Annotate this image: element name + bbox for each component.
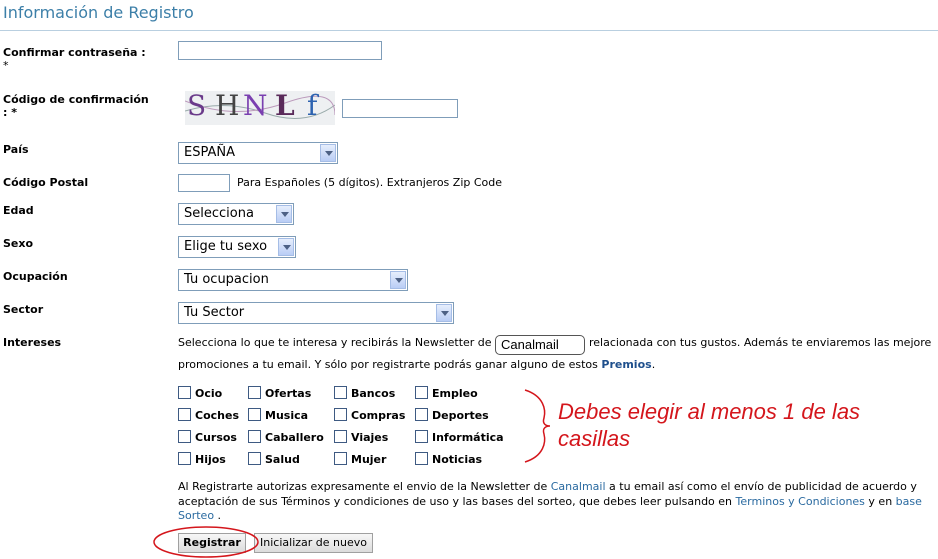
checkbox-compras[interactable]: Compras [334,408,405,422]
chevron-down-icon [320,144,336,162]
canalmail-link[interactable]: Canalmail [551,480,606,493]
checkbox-empleo[interactable]: Empleo [415,386,478,400]
sector-label: Sector [3,303,44,316]
terms-link[interactable]: Terminos y Condiciones [736,495,865,508]
age-select[interactable]: Selecciona [178,203,294,225]
confirmation-code-label: Código de confirmación : * [3,93,149,119]
confirmation-code-input[interactable] [342,99,458,118]
country-label: País [3,143,29,156]
sorteo-link[interactable]: Sorteo [178,509,214,522]
captcha-image: S H N L f [185,91,335,125]
checkbox-salud[interactable]: Salud [248,452,300,466]
age-label: Edad [3,204,34,217]
checkbox-hijos[interactable]: Hijos [178,452,226,466]
canalmail-logo: Canalmail [495,335,585,355]
chevron-down-icon [278,238,294,256]
interests-text-3: promociones a tu email. Y sólo por regis… [178,358,656,371]
sex-label: Sexo [3,237,34,250]
chevron-down-icon [276,205,292,223]
occupation-label: Ocupación [3,270,68,283]
checkbox-noticias[interactable]: Noticias [415,452,482,466]
legal-line-1: Al Registrarte autorizas expresamente el… [178,480,917,493]
annotation-text: Debes elegir al menos 1 de las casillas [558,399,861,451]
chevron-down-icon [436,304,452,322]
legal-line-3: Sorteo . [178,509,222,522]
checkbox-bancos[interactable]: Bancos [334,386,395,400]
reset-button[interactable]: Inicializar de nuevo [254,533,373,553]
page-title: Información de Registro [3,3,194,22]
bases-link[interactable]: base [896,495,922,508]
postal-code-input[interactable] [178,174,230,192]
postal-code-label: Código Postal [3,176,89,189]
checkbox-cursos[interactable]: Cursos [178,430,237,444]
postal-code-hint: Para Españoles (5 dígitos). Extranjeros … [237,176,503,189]
chevron-down-icon [390,271,406,289]
checkbox-ofertas[interactable]: Ofertas [248,386,311,400]
interests-text-2: relacionada con tus gustos. Además te en… [589,336,932,349]
occupation-select[interactable]: Tu ocupacion [178,269,408,291]
checkbox-mujer[interactable]: Mujer [334,452,386,466]
checkbox-viajes[interactable]: Viajes [334,430,388,444]
highlight-circle [153,526,259,558]
confirm-password-label: Confirmar contraseña : * [3,46,146,72]
section-header: Información de Registro [0,0,938,31]
checkbox-deportes[interactable]: Deportes [415,408,489,422]
interests-label: Intereses [3,336,62,349]
brace-annotation-icon [524,389,551,463]
checkbox-musica[interactable]: Musica [248,408,308,422]
interests-text-1: Selecciona lo que te interesa y recibirá… [178,336,492,349]
checkbox-ocio[interactable]: Ocio [178,386,222,400]
checkbox-caballero[interactable]: Caballero [248,430,324,444]
checkbox-informatica[interactable]: Informática [415,430,504,444]
sector-select[interactable]: Tu Sector [178,302,454,324]
prizes-link[interactable]: Premios [601,358,651,371]
confirm-password-input[interactable] [178,41,382,60]
legal-line-2: aceptación de sus Términos y condiciones… [178,495,922,508]
checkbox-coches[interactable]: Coches [178,408,239,422]
sex-select[interactable]: Elige tu sexo [178,236,296,258]
country-select[interactable]: ESPAÑA [178,142,338,164]
